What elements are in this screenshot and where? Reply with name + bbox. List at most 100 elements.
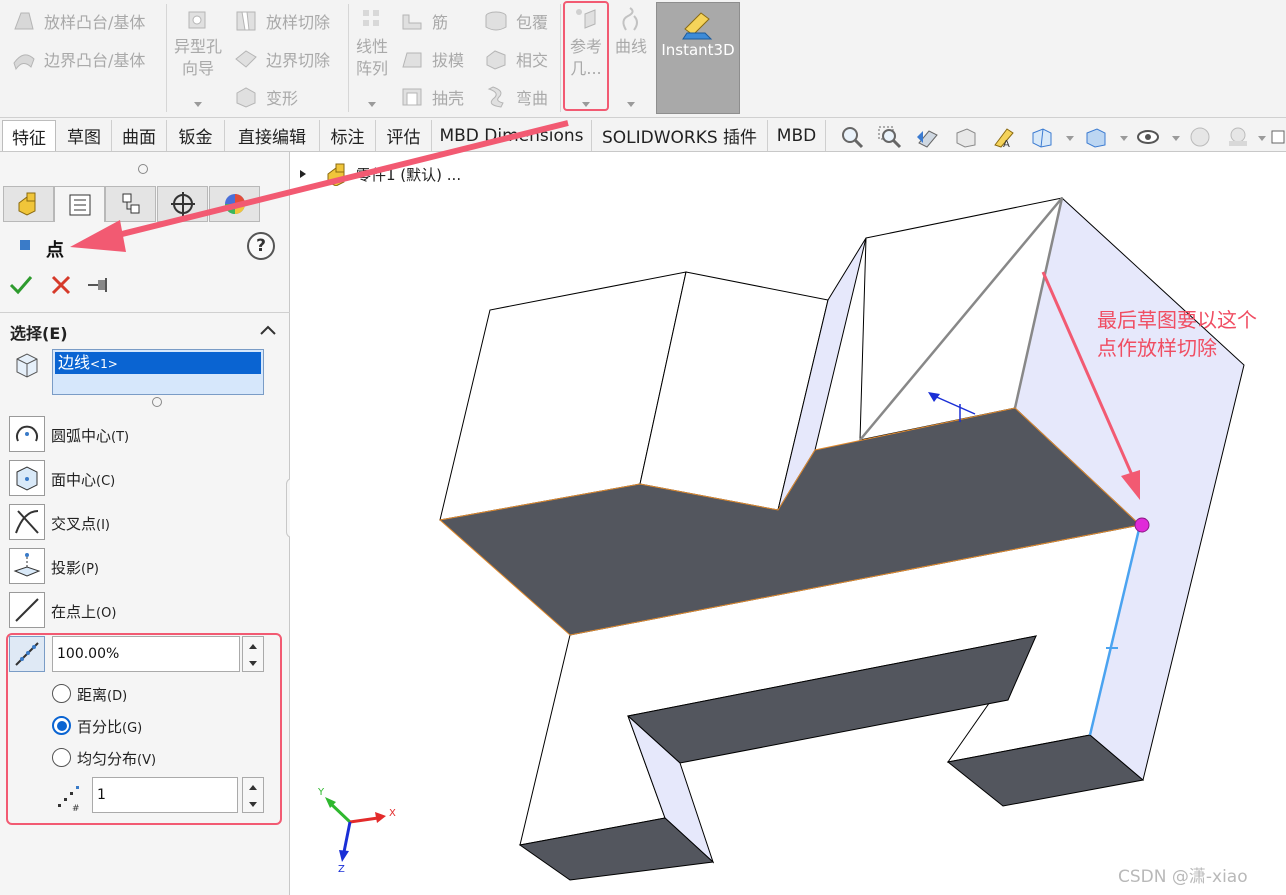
dimxpert-icon	[170, 192, 195, 216]
intersection-label: 交叉点(I)	[51, 515, 110, 533]
expand-arrow-icon[interactable]	[298, 168, 308, 180]
reference-geometry-highlight	[563, 1, 609, 111]
arc-center-button[interactable]	[9, 416, 45, 452]
intersection-button[interactable]	[9, 504, 45, 540]
lofted-cut-icon	[232, 8, 260, 34]
hide-show-items-icon[interactable]	[1134, 124, 1162, 150]
zoom-to-area-icon[interactable]	[876, 124, 904, 150]
draft-button[interactable]: 拔模	[398, 46, 464, 72]
along-curve-icon	[15, 642, 39, 666]
tab-direct-editing[interactable]: 直接编辑	[225, 120, 320, 151]
point-count-icon: #	[56, 784, 86, 814]
hide-show-dropdown-icon[interactable]	[1172, 136, 1180, 141]
ribbon-separator	[166, 4, 167, 112]
percent-spinner[interactable]	[242, 636, 264, 672]
linear-pattern-dropdown-icon[interactable]	[368, 102, 376, 107]
tab-mbd[interactable]: MBD	[768, 120, 826, 151]
axis-z-label: Z	[338, 864, 345, 875]
apply-scene-dropdown-icon[interactable]	[1258, 136, 1266, 141]
lofted-boss-icon	[10, 8, 38, 34]
spin-up-icon[interactable]	[249, 785, 257, 790]
on-point-button[interactable]	[9, 592, 45, 628]
curves-dropdown-icon[interactable]	[627, 102, 635, 107]
tab-evaluate[interactable]: 评估	[376, 120, 432, 151]
tab-surfaces[interactable]: 曲面	[112, 120, 167, 151]
ok-button[interactable]	[8, 272, 34, 298]
rib-button[interactable]: 筋	[398, 8, 448, 34]
percent-value-input[interactable]: 100.00%	[52, 636, 240, 672]
boundary-cut-button[interactable]: 边界切除	[232, 46, 330, 72]
tab-sheet-metal[interactable]: 钣金	[167, 120, 225, 151]
tab-markup[interactable]: 标注	[320, 120, 376, 151]
on-point-icon	[15, 598, 39, 622]
tab-sketch[interactable]: 草图	[57, 120, 112, 151]
tab-feature-manager[interactable]	[3, 186, 54, 222]
spin-down-icon[interactable]	[249, 661, 257, 666]
cancel-button[interactable]	[48, 272, 74, 298]
radio-distance-label: 距离(D)	[77, 686, 128, 704]
wrap-icon	[482, 8, 510, 34]
view-orientation-icon[interactable]	[1028, 124, 1056, 150]
point-count-input[interactable]: 1	[92, 777, 238, 813]
face-center-button[interactable]	[9, 460, 45, 496]
hole-wizard-button[interactable]: 异型孔 向导	[172, 6, 224, 80]
zoom-to-fit-icon[interactable]	[838, 124, 866, 150]
lofted-cut-button[interactable]: 放样切除	[232, 8, 330, 34]
boundary-boss-button[interactable]: 边界凸台/基体	[10, 46, 145, 72]
hole-wizard-dropdown-icon[interactable]	[194, 102, 202, 107]
selection-section-header[interactable]: 选择(E)	[10, 320, 68, 344]
edge-selection-icon	[12, 350, 42, 380]
selection-list[interactable]: 边线<1>	[52, 349, 264, 395]
edit-appearance-icon[interactable]	[1186, 124, 1214, 150]
view-orientation-dropdown-icon[interactable]	[1066, 136, 1074, 141]
projection-icon	[13, 553, 41, 577]
hole-wizard-icon	[172, 6, 224, 36]
face-center-label: 面中心(C)	[51, 471, 116, 489]
radio-evenly-distribute[interactable]	[52, 748, 71, 767]
section-view-icon[interactable]	[952, 124, 980, 150]
list-resize-handle[interactable]	[152, 397, 162, 407]
dynamic-annotation-icon[interactable]: A	[990, 124, 1018, 150]
along-curve-distance-button[interactable]	[9, 636, 45, 672]
axis-x-label: X	[389, 808, 396, 819]
projection-label: 投影(P)	[51, 559, 99, 577]
tab-property-manager[interactable]	[54, 186, 105, 222]
spin-up-icon[interactable]	[249, 644, 257, 649]
display-style-dropdown-icon[interactable]	[1120, 136, 1128, 141]
deform-button[interactable]: 变形	[232, 84, 298, 110]
lofted-boss-button[interactable]: 放样凸台/基体	[10, 8, 145, 34]
reference-point-marker[interactable]	[1134, 517, 1150, 533]
tab-configuration-manager[interactable]	[105, 186, 156, 222]
view-settings-icon[interactable]	[1270, 124, 1286, 150]
linear-pattern-icon	[352, 6, 392, 36]
help-button[interactable]: ?	[247, 232, 275, 260]
projection-button[interactable]	[9, 548, 45, 584]
annotation-note: 最后草图要以这个 点作放样切除	[1097, 308, 1257, 360]
tab-features[interactable]: 特征	[2, 120, 56, 151]
count-spinner[interactable]	[242, 777, 264, 813]
display-style-icon[interactable]	[1082, 124, 1110, 150]
on-point-label: 在点上(O)	[51, 603, 117, 621]
selected-edge-item[interactable]: 边线<1>	[55, 352, 261, 374]
feature-manager-icon	[18, 192, 35, 216]
flex-button[interactable]: 弯曲	[482, 84, 548, 110]
linear-pattern-button[interactable]: 线性 阵列	[352, 6, 392, 80]
pushpin-icon	[88, 278, 107, 292]
shell-button[interactable]: 抽壳	[398, 84, 464, 110]
instant3d-button[interactable]: Instant3D	[656, 2, 740, 114]
intersect-button[interactable]: 相交	[482, 46, 548, 72]
spin-down-icon[interactable]	[249, 802, 257, 807]
panel-splitter-handle[interactable]	[138, 164, 148, 174]
radio-evenly-distribute-label: 均匀分布(V)	[77, 750, 157, 768]
previous-view-icon[interactable]	[914, 124, 942, 150]
curves-button[interactable]: 曲线	[612, 6, 650, 58]
wrap-button[interactable]: 包覆	[482, 8, 548, 34]
radio-distance[interactable]	[52, 684, 71, 703]
apply-scene-icon[interactable]	[1224, 124, 1252, 150]
collapse-chevron-icon[interactable]	[258, 322, 278, 336]
keep-visible-button[interactable]	[86, 272, 114, 298]
rib-icon	[398, 8, 426, 34]
radio-percentage[interactable]	[52, 716, 71, 735]
tab-solidworks-addins[interactable]: SOLIDWORKS 插件	[592, 120, 768, 151]
configuration-manager-icon	[122, 193, 139, 214]
